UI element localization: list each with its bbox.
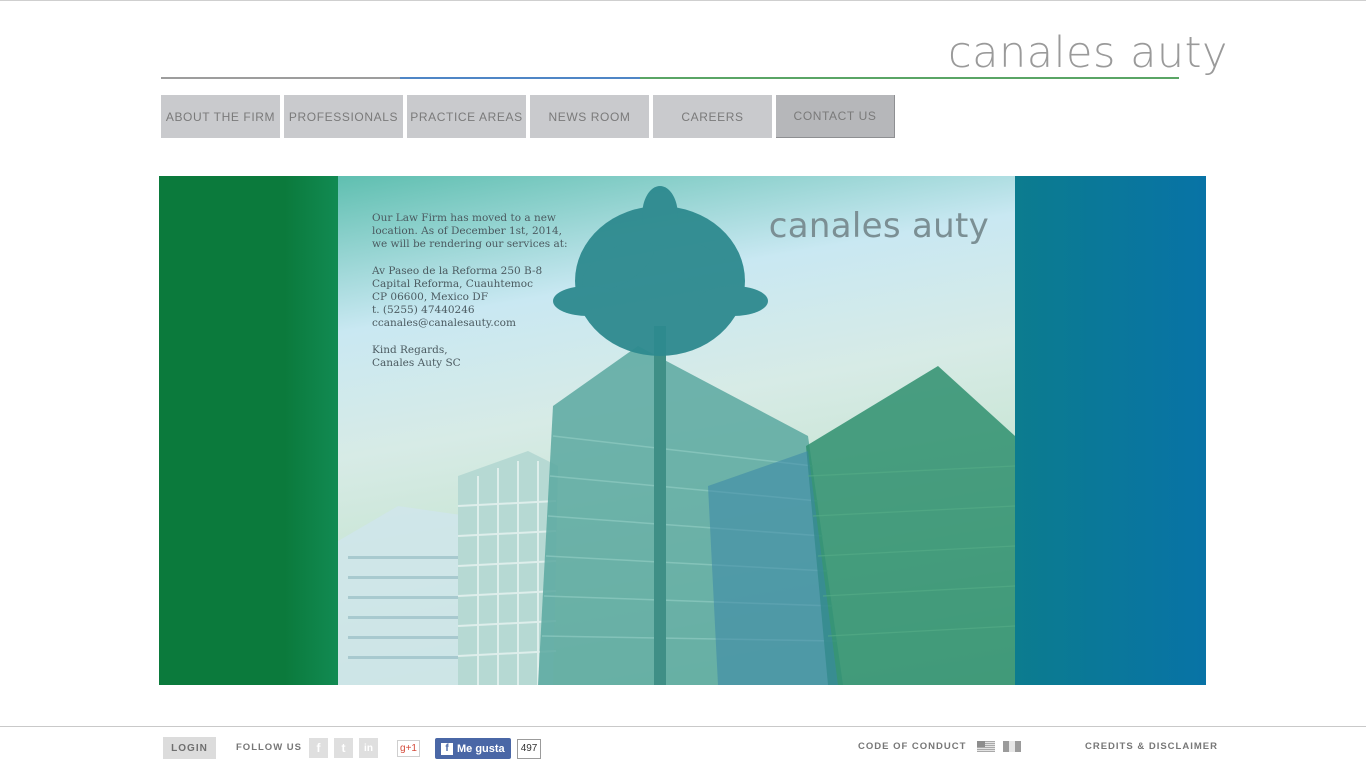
site-logo[interactable]: canales auty [948,28,1228,78]
notice-text: Our Law Firm has moved to a new location… [372,212,568,251]
login-button[interactable]: LOGIN [163,737,216,759]
signature-text: Canales Auty SC [372,356,461,369]
palm-crown [553,186,768,356]
address-line-3: CP 06600, Mexico DF [372,291,489,304]
mexico-flag-icon[interactable] [1003,741,1021,752]
facebook-like-widget: f Me gusta 497 [435,738,542,759]
nav-about-the-firm[interactable]: ABOUT THE FIRM [161,95,280,138]
facebook-like-button[interactable]: f Me gusta [435,738,511,759]
header-rule-green [640,77,1179,79]
code-of-conduct-link[interactable]: CODE OF CONDUCT [858,741,966,752]
footer-rule [0,726,1366,727]
follow-us-label: FOLLOW US [236,742,302,753]
nav-careers[interactable]: CAREERS [653,95,772,138]
linkedin-icon[interactable]: in [359,738,378,758]
facebook-icon: f [441,742,453,755]
main-nav: ABOUT THE FIRM PROFESSIONALS PRACTICE AR… [161,95,895,138]
hero-logo: canales auty [768,206,989,246]
palm-trunk [654,326,666,685]
address-line-1: Av Paseo de la Reforma 250 B-8 [372,264,543,277]
email-link[interactable]: ccanales@canalesauty.com [372,317,516,329]
header-rule-gray [161,77,400,79]
nav-contact-us[interactable]: CONTACT US [776,95,895,138]
address-line-2: Capital Reforma, Cuauhtemoc [372,277,533,290]
us-flag-icon[interactable] [977,741,995,752]
nav-professionals[interactable]: PROFESSIONALS [284,95,403,138]
regards-text: Kind Regards, [372,343,448,356]
hero-banner: Our Law Firm has moved to a new location… [159,176,1206,685]
header-rule-blue [400,77,640,79]
facebook-like-label: Me gusta [457,742,505,755]
facebook-icon[interactable]: f [309,738,328,758]
phone-number: t. (5255) 47440246 [372,304,475,317]
nav-practice-areas[interactable]: PRACTICE AREAS [407,95,526,138]
facebook-like-count: 497 [516,738,542,759]
hero-image-panel: Our Law Firm has moved to a new location… [338,176,1015,685]
credits-disclaimer-link[interactable]: CREDITS & DISCLAIMER [1085,741,1218,752]
google-plus-button[interactable]: g+1 [397,740,420,757]
nav-news-room[interactable]: NEWS ROOM [530,95,649,138]
right-tower [806,366,1015,685]
relocation-notice: Our Law Firm has moved to a new location… [372,212,572,383]
top-rule [0,0,1366,1]
twitter-icon[interactable]: t [334,738,353,758]
